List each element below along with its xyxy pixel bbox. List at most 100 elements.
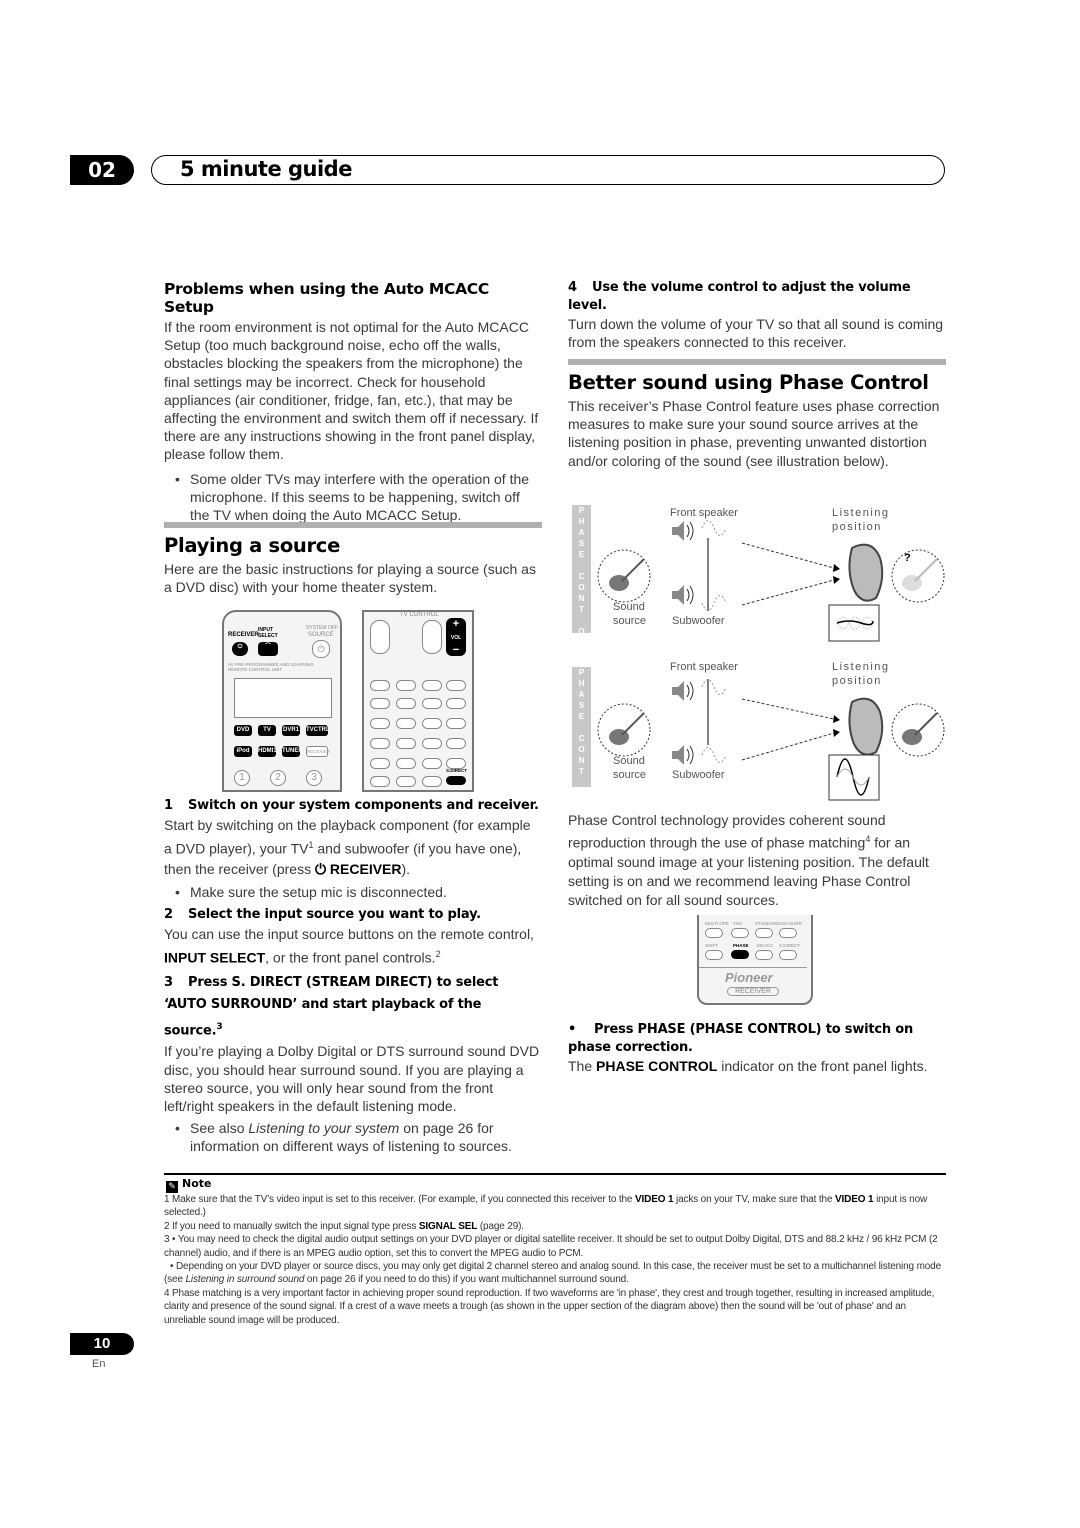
sub-wave: [701, 595, 727, 611]
step-1-body-c: ).: [401, 860, 411, 877]
guitar-icon: [609, 558, 645, 591]
play-button[interactable]: [396, 680, 416, 691]
ear-icon: [848, 697, 884, 756]
bullet-dot: •: [175, 1120, 180, 1137]
footnote-ref-2[interactable]: 2: [436, 949, 441, 959]
step-3-bullet-a: See also: [190, 1120, 249, 1137]
question-mark: ?: [904, 552, 911, 564]
s-direct-button[interactable]: [779, 950, 797, 960]
number-2-button[interactable]: 2: [270, 770, 286, 786]
phase-diagram-on: PHASECONTON Front speaker Subwoofer Soun…: [572, 657, 947, 809]
vol-rocker[interactable]: + VOL −: [446, 618, 466, 656]
phase-bullet-body-a: The: [568, 1058, 597, 1074]
shift-button[interactable]: [705, 950, 723, 960]
step-1-body: Start by switching on the playback compo…: [164, 815, 542, 879]
phase-section: Better sound using Phase Control This re…: [568, 371, 946, 470]
next-button[interactable]: [446, 698, 466, 709]
step-2-body-b: , or the front panel controls.: [265, 949, 436, 966]
standard-button[interactable]: [755, 928, 773, 938]
receiver-mode-button[interactable]: RECEIVER: [306, 746, 330, 757]
playing-section: Playing a source Here are the basic inst…: [164, 534, 542, 596]
receiver-power-button[interactable]: ⏻: [232, 642, 248, 656]
phase-bullet-body: The PHASE CONTROL indicator on the front…: [568, 1057, 946, 1075]
s-direct-label: S.DIRECT: [446, 768, 468, 773]
phase-label: PHASE: [733, 943, 749, 948]
playing-heading: Playing a source: [164, 534, 340, 557]
shift-button[interactable]: [370, 776, 390, 787]
front-wave: [701, 679, 727, 695]
source-label: SOURCE: [308, 632, 334, 638]
mute-button[interactable]: [446, 680, 466, 691]
multi-ope-button[interactable]: [370, 758, 390, 769]
tvctrl-button[interactable]: TVCTRL: [306, 725, 330, 736]
note-2: 2 If you need to manually switch the inp…: [164, 1220, 524, 1232]
mcacc-button[interactable]: [755, 950, 773, 960]
front-speaker-icon: [672, 521, 694, 541]
number-3-button[interactable]: 3: [306, 770, 322, 786]
remote-display-window: [234, 678, 332, 718]
note-3b: • Depending on your DVD player or source…: [164, 1261, 941, 1286]
stop-button[interactable]: [422, 698, 442, 709]
arrow-sub: [741, 579, 835, 606]
front-speaker-label: Front speaker: [670, 507, 738, 519]
phase-control-bold: PHASE CONTROL: [596, 1058, 718, 1074]
problems-heading: Problems when using the Auto MCACC Setup: [164, 280, 489, 316]
sub-wave: [701, 747, 727, 763]
subtitle-button[interactable]: [396, 718, 416, 729]
disp-button[interactable]: [370, 718, 390, 729]
mcacc-button[interactable]: [422, 776, 442, 787]
tuner-button[interactable]: TUNER: [282, 746, 303, 757]
step-3-bullet: • See also Listening to your system on pa…: [164, 1119, 542, 1155]
step-3-heading-text: Press S. DIRECT (STREAM DIRECT) to selec…: [164, 975, 499, 1039]
ch-plus-button[interactable]: [446, 718, 466, 729]
status-button[interactable]: [370, 738, 390, 749]
s-direct-button[interactable]: [446, 776, 466, 785]
prev-button[interactable]: [370, 698, 390, 709]
notes-divider: [164, 1173, 946, 1175]
rewind-button[interactable]: [370, 680, 390, 691]
phase-button[interactable]: [396, 776, 416, 787]
front-speaker-label: Front speaker: [670, 661, 738, 673]
hdmi1-button[interactable]: HDMI1: [258, 746, 277, 757]
step-2-number: 2: [164, 907, 173, 922]
tv-ch-rocker[interactable]: [422, 620, 442, 654]
thx-button[interactable]: [731, 928, 749, 938]
bullet-dot: •: [175, 883, 180, 900]
source-power-button[interactable]: ⏻: [312, 640, 330, 658]
remote-illustration-phase: MULTI OPE THX STANDARD ADV.SURR SHIFT PH…: [697, 915, 813, 1007]
phase-diagram-off: PHASECONTOFF ? Front speaker Subwoofer S…: [572, 503, 947, 658]
step-1-receiver-bold: RECEIVER: [326, 860, 402, 877]
tv-control-label: TV CONTROL: [400, 612, 439, 618]
thx-label: THX: [733, 921, 742, 926]
ear-icon: [848, 543, 884, 602]
thx-button[interactable]: [396, 758, 416, 769]
note-1: 1 Make sure that the TV’s video input is…: [164, 1194, 928, 1219]
pause-button[interactable]: [396, 698, 416, 709]
cross-ref-listening[interactable]: Listening to your system: [248, 1120, 399, 1136]
dvr1-button[interactable]: DVR1: [282, 725, 300, 736]
standard-button[interactable]: [422, 758, 442, 769]
number-1-button[interactable]: 1: [234, 770, 250, 786]
subwoofer-icon: [672, 745, 694, 765]
multi-ope-button[interactable]: [705, 928, 723, 938]
perceived-source-circle: [891, 549, 945, 603]
tv-vol-rocker[interactable]: [370, 620, 390, 654]
standard-label: STANDARD: [755, 921, 780, 926]
dvd-button[interactable]: DVD: [234, 725, 252, 736]
footnote-ref-3[interactable]: 3: [216, 1022, 222, 1032]
tv-button[interactable]: TV: [258, 725, 276, 736]
phase-button[interactable]: [731, 950, 749, 959]
vol-label: VOL: [450, 635, 462, 641]
problems-section: Problems when using the Auto MCACC Setup…: [164, 280, 542, 524]
input-select-button[interactable]: ⌒: [258, 642, 278, 656]
notes-body: 1 Make sure that the TV’s video input is…: [164, 1193, 946, 1327]
ipod-button[interactable]: iPod: [234, 746, 252, 757]
ch-minus-button[interactable]: [422, 718, 442, 729]
step-3: 3 Press S. DIRECT (STREAM DIRECT) to sele…: [164, 972, 542, 1156]
stereo-button[interactable]: [446, 738, 466, 749]
multi-ope-label: MULTI OPE: [705, 921, 729, 926]
slch-button[interactable]: [422, 738, 442, 749]
adv-surr-button[interactable]: [779, 928, 797, 938]
fast-forward-button[interactable]: [422, 680, 442, 691]
signal-sel-button[interactable]: [396, 738, 416, 749]
